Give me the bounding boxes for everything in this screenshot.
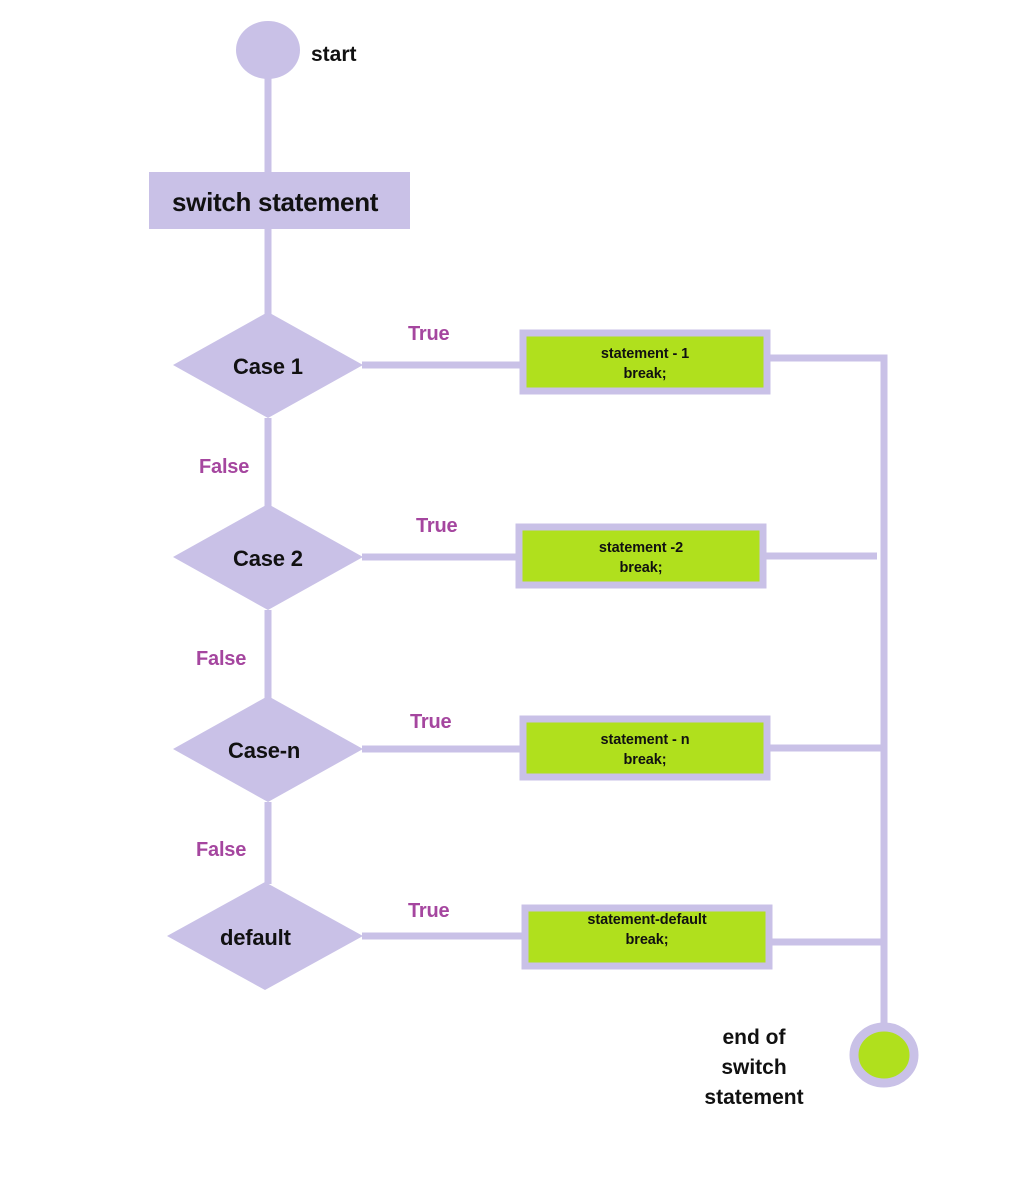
flowchart-graphics xyxy=(149,21,919,1088)
statement-box-1 xyxy=(519,329,771,395)
start-node xyxy=(236,21,300,79)
statement-box-2 xyxy=(515,523,767,589)
switch-statement-box xyxy=(149,172,410,229)
casen-decision-diamond xyxy=(173,696,363,802)
case1-decision-diamond xyxy=(173,312,363,418)
case2-decision-diamond xyxy=(173,504,363,610)
default-decision-diamond xyxy=(167,882,363,990)
statement-box-n xyxy=(519,715,771,781)
statement-box-default xyxy=(521,904,773,970)
end-node xyxy=(849,1022,919,1088)
flowchart-canvas: start switch statement Case 1 True False… xyxy=(0,0,1023,1188)
